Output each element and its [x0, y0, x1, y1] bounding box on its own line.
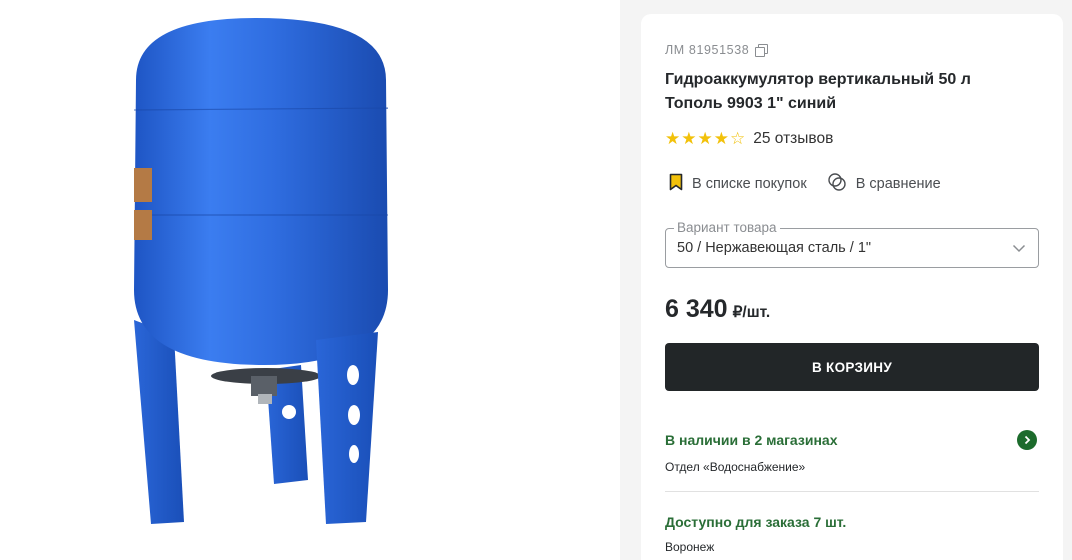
- star-filled-icon: ★: [665, 129, 681, 148]
- order-availability: Доступно для заказа 7 шт.: [665, 514, 847, 530]
- stock-availability-link[interactable]: В наличии в 2 магазинах: [665, 432, 837, 448]
- sku-text: ЛМ 81951538: [665, 43, 750, 57]
- compare-button[interactable]: В сравнение: [827, 172, 941, 196]
- bookmark-icon: [669, 173, 683, 195]
- compare-label: В сравнение: [855, 176, 941, 192]
- shopping-list-button[interactable]: В списке покупок: [669, 173, 807, 195]
- product-image[interactable]: [96, 10, 416, 530]
- variant-label: Вариант товара: [674, 220, 780, 236]
- shopping-list-label: В списке покупок: [692, 176, 807, 192]
- order-city: Воронеж: [665, 540, 715, 554]
- price-amount: 6 340: [665, 295, 728, 323]
- variant-value: 50 / Нержавеющая сталь / 1": [677, 240, 872, 256]
- product-actions: В списке покупок В сравнение: [669, 172, 961, 196]
- rating-row[interactable]: ★ ★ ★ ★ ☆ 25 отзывов: [665, 130, 833, 148]
- price: 6 340 ₽/шт.: [665, 295, 770, 324]
- stock-department: Отдел «Водоснабжение»: [665, 460, 806, 474]
- product-card: ЛМ 81951538 Гидроаккумулятор вертикальны…: [641, 14, 1063, 560]
- compare-icon: [827, 172, 847, 196]
- add-to-cart-button[interactable]: В КОРЗИНУ: [665, 343, 1039, 391]
- star-filled-icon: ★: [681, 129, 697, 148]
- variant-select[interactable]: Вариант товара 50 / Нержавеющая сталь / …: [665, 220, 1039, 268]
- product-image-area: [0, 0, 620, 560]
- product-title: Гидроаккумулятор вертикальный 50 л Топол…: [665, 71, 971, 112]
- star-empty-icon: ☆: [730, 129, 746, 148]
- chevron-down-icon: [1012, 241, 1026, 260]
- copy-icon[interactable]: [755, 44, 769, 57]
- star-filled-icon: ★: [697, 129, 713, 148]
- divider: [665, 491, 1039, 492]
- price-unit: ₽/шт.: [732, 304, 771, 321]
- star-filled-icon: ★: [713, 129, 729, 148]
- sku-row: ЛМ 81951538: [665, 43, 769, 57]
- rating-stars: ★ ★ ★ ★ ☆: [665, 130, 745, 148]
- chevron-right-icon[interactable]: [1017, 430, 1037, 450]
- reviews-link[interactable]: 25 отзывов: [753, 130, 833, 148]
